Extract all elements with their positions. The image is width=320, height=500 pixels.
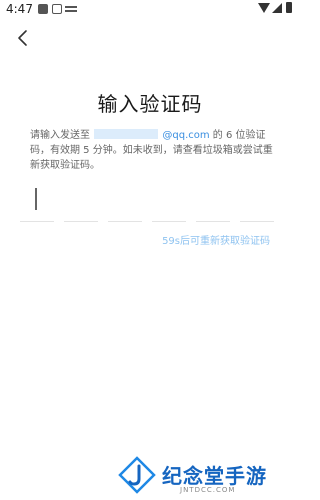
chevron-left-icon bbox=[18, 30, 27, 46]
description: 请输入发送至 @qq.com 的 6 位验证码，有效期 5 分钟。如未收到，请查… bbox=[30, 128, 280, 173]
resend-code-link[interactable]: 59s后可重新获取验证码 bbox=[162, 232, 270, 247]
email-domain: @qq.com bbox=[162, 130, 210, 141]
description-prefix: 请输入发送至 bbox=[30, 130, 90, 141]
code-digit-4[interactable] bbox=[152, 180, 186, 222]
code-digit-6[interactable] bbox=[240, 180, 274, 222]
code-digit-5[interactable] bbox=[196, 180, 230, 222]
battery-icon bbox=[286, 2, 292, 13]
text-a-icon bbox=[52, 4, 62, 14]
code-digit-1[interactable] bbox=[20, 180, 54, 222]
keyboard-line-icon bbox=[65, 6, 77, 12]
signal-icon bbox=[272, 3, 282, 13]
status-time: 4:47 bbox=[6, 2, 33, 16]
j-logo-icon bbox=[118, 456, 156, 494]
code-digit-2[interactable] bbox=[64, 180, 98, 222]
back-button[interactable] bbox=[10, 24, 38, 52]
status-bar: 4:47 bbox=[0, 0, 300, 20]
watermark-text: 纪念堂手游 bbox=[162, 464, 267, 488]
page-title: 输入验证码 bbox=[97, 92, 203, 116]
watermark-subtext: JNTDCC.COM bbox=[180, 486, 236, 494]
watermark: 纪念堂手游 JNTDCC.COM bbox=[118, 456, 288, 500]
masked-email bbox=[94, 129, 159, 139]
code-digit-3[interactable] bbox=[108, 180, 142, 222]
notification-square-icon bbox=[38, 4, 48, 14]
code-input-row[interactable] bbox=[20, 180, 282, 222]
wifi-icon bbox=[258, 3, 270, 13]
text-cursor bbox=[35, 188, 37, 210]
